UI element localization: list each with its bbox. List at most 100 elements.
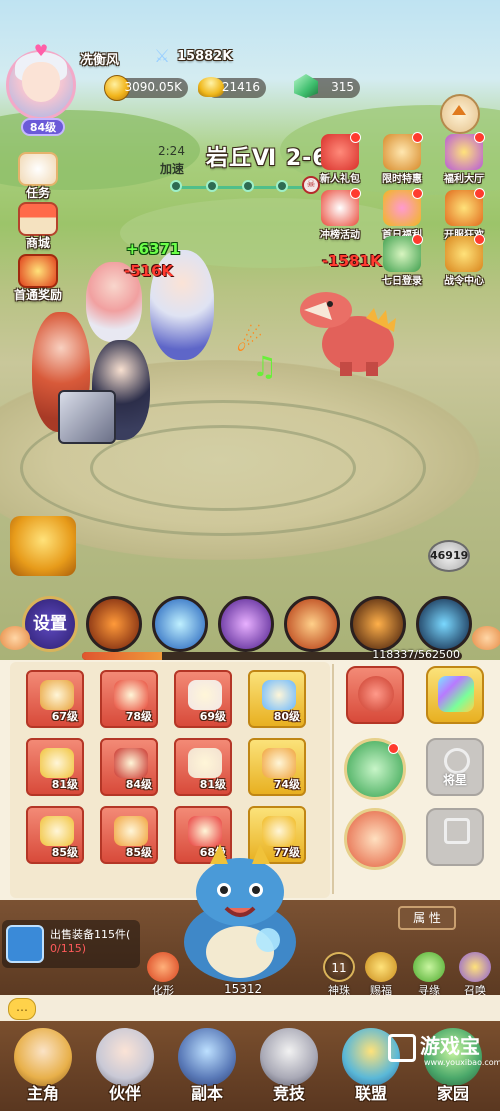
equipment-slot[interactable]: 84级	[100, 738, 158, 796]
equipment-slot[interactable]: 67级	[26, 670, 84, 728]
watermark-url: www.youxibao.com	[424, 1058, 500, 1067]
cow-pet-slot[interactable]	[344, 808, 406, 870]
speed-up-button[interactable]: 加速	[160, 160, 184, 177]
event-limited-deal[interactable]: 限时特惠	[370, 132, 434, 185]
gem-slot[interactable]	[426, 666, 484, 724]
equipment-slot[interactable]: 74级	[248, 738, 306, 796]
hourglass-icon	[383, 132, 423, 170]
task-label: 任务	[25, 186, 50, 200]
attributes-button[interactable]: 属 性	[398, 906, 456, 930]
notification-dot	[474, 132, 485, 143]
nav-hero[interactable]: 主角	[8, 1024, 78, 1108]
emerald-orb-slot[interactable]	[344, 738, 406, 800]
nav-dungeon[interactable]: 副本	[172, 1024, 242, 1108]
heal-number: +6371	[126, 240, 181, 258]
event-battle-pass[interactable]: 战令中心	[432, 234, 496, 287]
nav-partner-label: 伙伴	[108, 1084, 141, 1103]
general-star-button[interactable]: 将星	[426, 738, 484, 796]
bow-icon	[40, 680, 74, 710]
morph-button[interactable]: 化形	[140, 952, 186, 998]
jade-value: 315	[331, 80, 354, 94]
skill-inferno-icon[interactable]	[350, 596, 406, 652]
octopus-pet-slot[interactable]	[346, 666, 404, 724]
amulet-icon	[40, 748, 74, 778]
equipment-level: 78级	[125, 710, 152, 723]
collapse-arrow-button[interactable]	[440, 94, 480, 134]
event-first-day[interactable]: 首日福利	[370, 188, 434, 241]
blessing-icon	[365, 952, 397, 982]
crossed-swords-power-icon: ⚔	[154, 46, 171, 67]
equipment-slot[interactable]: 81级	[174, 738, 232, 796]
event-ranking[interactable]: 冲榜活动	[308, 188, 372, 241]
first-clear-reward-button[interactable]: 首通奖励	[4, 254, 72, 303]
orb-button[interactable]: 11 神珠	[316, 952, 362, 998]
shop-label: 商城	[25, 236, 50, 250]
watermark-text: 游戏宝	[420, 1034, 480, 1058]
nav-partner[interactable]: 伙伴	[90, 1024, 160, 1108]
event-label: 新人礼包	[320, 174, 360, 185]
shop-button[interactable]: 商城	[8, 202, 68, 251]
equipment-level: 81级	[199, 778, 226, 791]
battle-timer: 2:24	[158, 144, 185, 158]
skill-flame-wave-icon[interactable]	[284, 596, 340, 652]
nav-home-label: 家园	[436, 1084, 469, 1103]
equipment-level: 84级	[125, 778, 152, 791]
settings-button[interactable]: 设置	[22, 596, 78, 652]
equipment-level: 85级	[125, 846, 152, 859]
equipment-level: 81级	[51, 778, 78, 791]
task-button[interactable]: 任务	[8, 152, 68, 201]
locked-feature-button[interactable]	[426, 808, 484, 866]
leaf-icon	[413, 952, 445, 982]
notification-dot	[350, 132, 361, 143]
skill-ice-beam-icon[interactable]	[152, 596, 208, 652]
player-level: 84级	[21, 118, 65, 136]
equipment-level: 74级	[273, 778, 300, 791]
damage-number-hero: -516K	[124, 262, 174, 280]
cow-mascot-left-icon	[0, 626, 30, 650]
treasure-pile-icon[interactable]	[10, 516, 76, 576]
summon-button[interactable]: 召唤	[452, 952, 498, 998]
game-screen: ♥ 84级 冼衡风 ⚔ 15882K 3090.05K 21416 315 2:…	[0, 0, 500, 1111]
skill-fire-slash-icon[interactable]	[86, 596, 142, 652]
event-server-carnival[interactable]: 开服狂欢	[432, 188, 496, 241]
event-welfare-hall[interactable]: 福利大厅	[432, 132, 496, 185]
equipment-slot[interactable]: 81级	[26, 738, 84, 796]
jade-counter[interactable]: 315	[294, 74, 360, 98]
player-avatar[interactable]: ♥	[6, 41, 76, 120]
armor-icon	[114, 680, 148, 710]
summon-icon	[459, 952, 491, 982]
task-icon	[18, 152, 58, 186]
event-newbie-gift[interactable]: 新人礼包	[308, 132, 372, 185]
nav-arena[interactable]: 竞技	[254, 1024, 324, 1108]
equipment-slot[interactable]: 80级	[248, 670, 306, 728]
event-label: 限时特惠	[382, 174, 422, 185]
gold-ingot-value: 21416	[221, 80, 260, 94]
nav-alliance-label: 联盟	[354, 1084, 387, 1103]
skill-water-slash-icon[interactable]	[416, 596, 472, 652]
bracelet-icon	[114, 816, 148, 846]
belt-icon	[262, 748, 296, 778]
equipment-slot[interactable]: 69级	[174, 670, 232, 728]
event-label: 冲榜活动	[320, 230, 360, 241]
spirit-counter[interactable]: 46919	[428, 540, 470, 572]
gold-coin-value: 3090.05K	[124, 80, 183, 94]
fate-button[interactable]: 寻缘	[406, 952, 452, 998]
sword-emblem-icon	[444, 818, 470, 844]
dragon-pet[interactable]	[170, 842, 310, 992]
chat-bar[interactable]	[0, 995, 500, 1021]
blessing-button[interactable]: 赐福	[358, 952, 404, 998]
equipment-slot[interactable]: 85级	[26, 806, 84, 864]
equipment-slot[interactable]: 85级	[100, 806, 158, 864]
dinosaur-enemy	[300, 292, 396, 376]
heart-icon: ♥	[33, 41, 49, 60]
dungeon-icon	[178, 1028, 236, 1086]
gold-ingot-counter[interactable]: 21416	[198, 77, 266, 98]
shop-icon	[18, 202, 58, 236]
notification-dot	[474, 234, 485, 245]
chat-bubble-icon[interactable]: …	[8, 998, 36, 1020]
enemy-hp-fill	[82, 652, 162, 660]
gold-coin-counter[interactable]: 3090.05K	[104, 75, 188, 101]
skill-arcane-strike-icon[interactable]	[218, 596, 274, 652]
equipment-slot[interactable]: 78级	[100, 670, 158, 728]
ranking-icon	[321, 188, 361, 226]
